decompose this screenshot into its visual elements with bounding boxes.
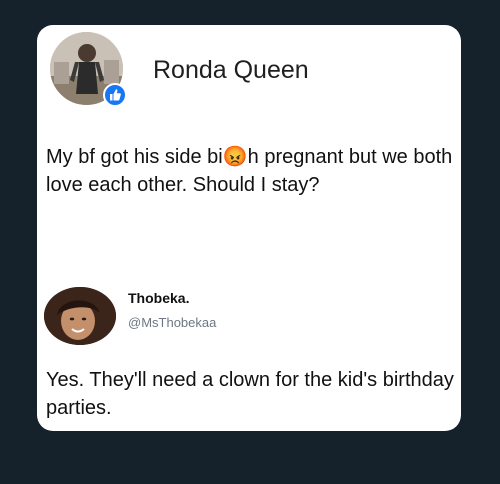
author-name[interactable]: Ronda Queen <box>153 56 309 85</box>
like-icon <box>103 83 127 107</box>
reply-avatar[interactable] <box>44 287 116 345</box>
reply-handle[interactable]: @MsThobekaa <box>128 315 216 330</box>
reply-author-name[interactable]: Thobeka. <box>128 290 189 306</box>
post-card: Ronda Queen My bf got his side bi😡h preg… <box>37 25 461 431</box>
post-text: My bf got his side bi😡h pregnant but we … <box>46 146 453 196</box>
reply-text: Yes. They'll need a clown for the kid's … <box>46 369 454 419</box>
